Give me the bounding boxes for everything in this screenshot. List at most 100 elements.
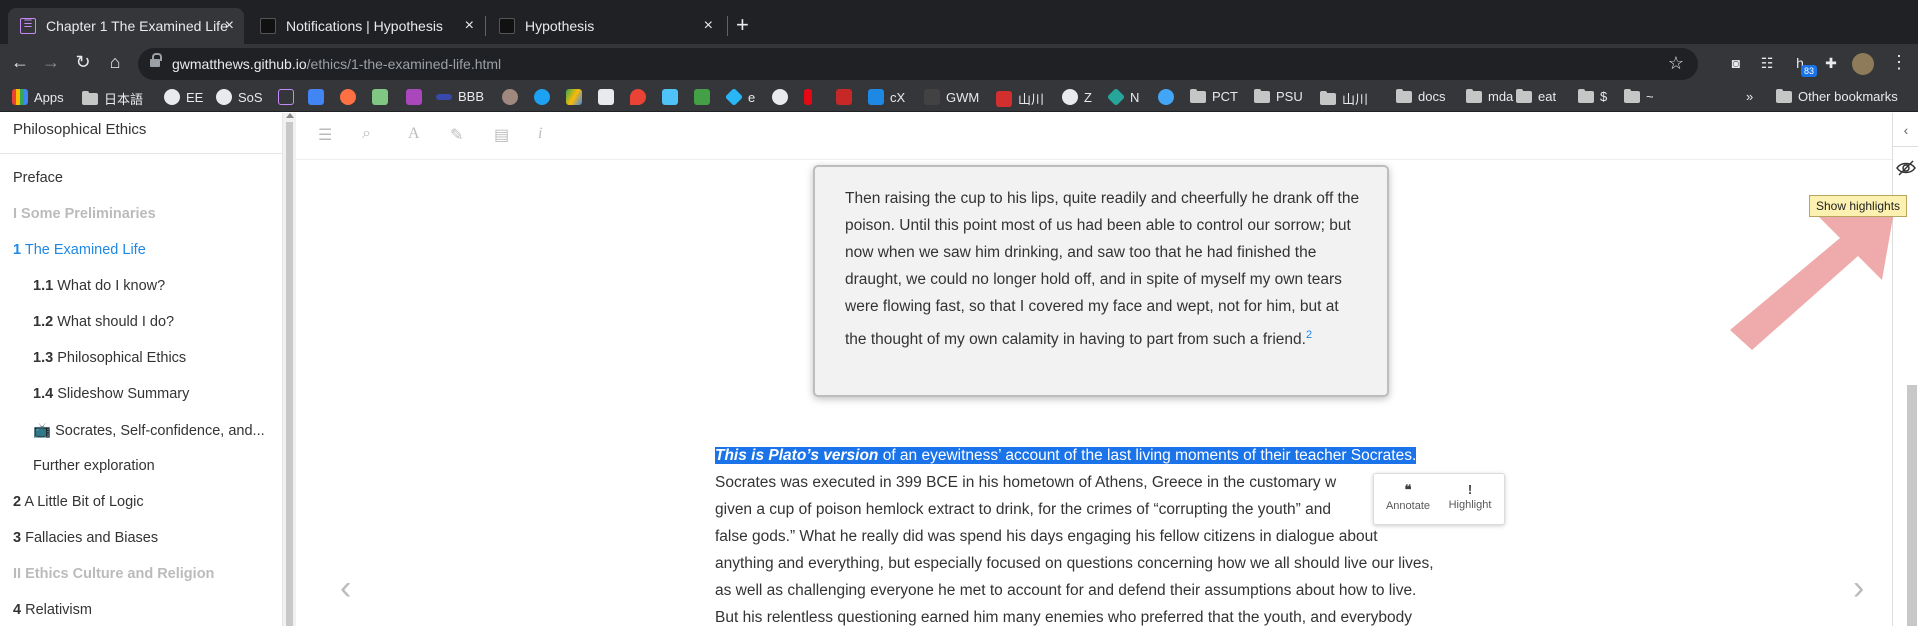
toc-socrates-video[interactable]: 📺 Socrates, Self-confidence, and... [33,422,265,439]
bookmark-icon-13[interactable] [772,89,794,105]
emphasis-text: This is Plato’s version [715,447,879,464]
edit-icon[interactable]: ✎ [450,125,463,145]
close-icon[interactable]: × [465,17,474,35]
extension-list-icon[interactable]: ☷ [1758,54,1776,72]
bookmark-yamakawa-folder[interactable]: 山川 [1320,89,1368,108]
bookmark-pct[interactable]: PCT [1190,88,1238,104]
bookmark-ee[interactable]: EE [164,89,203,105]
bookmark-sos[interactable]: SoS [216,89,263,105]
hypothesis-extension-icon[interactable]: h 83 [1791,54,1818,77]
hypothesis-favicon-icon [499,18,515,34]
info-icon[interactable]: i [538,125,542,143]
toc-chapter-1[interactable]: 1 The Examined Life [13,242,146,258]
toc-section-1-3[interactable]: 1.3 Philosophical Ethics [33,350,186,366]
bookmarks-overflow-button[interactable]: » [1746,89,1753,104]
bookmark-icon-14[interactable] [804,89,818,105]
browser-menu-icon[interactable]: ⋮ [1890,52,1908,73]
toc-chapter-2[interactable]: 2 A Little Bit of Logic [13,494,144,510]
new-tab-button[interactable]: + [736,12,749,38]
toc-chapter-3[interactable]: 3 Fallacies and Biases [13,530,158,546]
download-pdf-icon[interactable]: ▤ [494,125,509,145]
address-bar[interactable]: gwmatthews.github.io/ethics/1-the-examin… [138,48,1698,80]
site-icon [1106,87,1126,107]
bookmark-yamakawa[interactable]: 山川 [996,89,1044,108]
home-icon[interactable]: ⌂ [103,52,127,73]
selected-line: This is Plato’s version of an eyewitness… [715,442,1490,469]
bookmark-icon-4[interactable] [372,89,394,105]
scroll-up-arrow-icon[interactable] [286,113,294,118]
profile-avatar[interactable] [1852,53,1874,75]
bookmark-gwm[interactable]: GWM [924,89,979,105]
bookmark-icon-6[interactable] [502,89,524,105]
bookmark-tilde[interactable]: ~ [1624,88,1654,104]
bookmark-z[interactable]: Z [1062,89,1092,105]
footnote-ref[interactable]: 2 [1306,326,1312,341]
bookmark-bbb[interactable]: BBB [436,89,484,104]
toc-chapter-4[interactable]: 4 Relativism [13,602,92,618]
font-settings-icon[interactable]: A [408,125,420,143]
bookmark-star-icon[interactable]: ☆ [1668,53,1684,74]
quote-text: Then raising the cup to his lips, quite … [845,190,1360,349]
tab-hypothesis[interactable]: Hypothesis × [487,8,723,44]
reload-icon[interactable]: ↻ [71,52,95,73]
toc-section-1-2[interactable]: 1.2 What should I do? [33,314,174,330]
bookmark-icon-15[interactable] [836,89,858,105]
bookmark-mda[interactable]: mda [1466,88,1513,104]
toc-section-1-1[interactable]: 1.1 What do I know? [33,278,165,294]
book-toolbar: ☰ ⌕ A ✎ ▤ i [296,113,1892,160]
bookmark-icon-7[interactable] [534,89,556,105]
extension-reader-icon[interactable]: ◙ [1727,54,1745,72]
search-icon[interactable]: ⌕ [362,125,371,143]
tab-chapter-1[interactable]: ☰ Chapter 1 The Examined Life | × [8,8,244,44]
folder-icon [1624,88,1640,103]
toc-further-exploration[interactable]: Further exploration [33,458,155,474]
annotation-adder: ❝ Annotate ! Highlight [1373,473,1505,525]
close-icon[interactable]: × [704,17,713,35]
book-icon [278,89,294,105]
bookmark-icon-16[interactable] [1158,89,1180,105]
page-scroll-thumb[interactable] [1907,385,1917,626]
paragraph-line: as well as challenging everyone he met t… [715,582,1417,599]
back-arrow-icon[interactable]: ← [8,52,32,73]
toc-toggle-icon[interactable]: ☰ [318,125,332,145]
lock-icon [598,89,614,105]
site-icon [924,89,940,105]
extension-badge: 83 [1801,65,1818,77]
bookmark-dollar[interactable]: $ [1578,88,1607,104]
book-title[interactable]: Philosophical Ethics [13,121,146,138]
bookmark-nihongo[interactable]: 日本語 [82,89,143,108]
bookmark-icon-3[interactable] [340,89,362,105]
puzzle-extensions-icon[interactable]: ✚ [1822,54,1840,72]
annotate-button[interactable]: ❝ Annotate [1378,482,1438,512]
bookmark-icon-1[interactable] [278,89,300,105]
bookmark-icon-10[interactable] [630,89,652,105]
bookmark-icon-5[interactable] [406,89,428,105]
other-bookmarks[interactable]: Other bookmarks [1776,88,1898,104]
bookmark-icon-2[interactable] [308,89,330,105]
highlight-button[interactable]: ! Highlight [1440,482,1500,511]
bookmark-eat[interactable]: eat [1516,88,1556,104]
bookmark-icon-12[interactable] [694,89,716,105]
url-text[interactable]: gwmatthews.github.io/ethics/1-the-examin… [172,56,501,72]
toc-preface[interactable]: Preface [13,170,63,186]
bookmark-e[interactable]: e [724,87,755,107]
sidebar-scroll-thumb[interactable] [286,122,293,626]
previous-page-chevron-icon[interactable]: ‹ [340,569,351,608]
bookmark-icon-11[interactable] [662,89,684,105]
tab-notifications[interactable]: Notifications | Hypothesis × [248,8,484,44]
bookmark-icon-8[interactable] [566,89,588,105]
bookmark-apps[interactable]: Apps [12,89,64,105]
close-icon[interactable]: × [225,17,234,35]
bookmark-psu[interactable]: PSU [1254,88,1303,104]
selected-text[interactable]: This is Plato’s version of an eyewitness… [715,447,1417,464]
bookmark-n[interactable]: N [1106,87,1139,107]
sidebar-toggle-chevron-icon[interactable]: ‹ [1893,113,1918,147]
toc-section-1-4[interactable]: 1.4 Slideshow Summary [33,386,189,402]
maps-pin-icon [630,89,646,105]
bookmark-docs[interactable]: docs [1396,88,1445,104]
bookmark-icon-9[interactable] [598,89,620,105]
folder-icon [1776,88,1792,103]
next-page-chevron-icon[interactable]: › [1853,569,1864,608]
bookmark-cx[interactable]: cX [868,89,905,105]
forward-arrow-icon[interactable]: → [39,52,63,73]
